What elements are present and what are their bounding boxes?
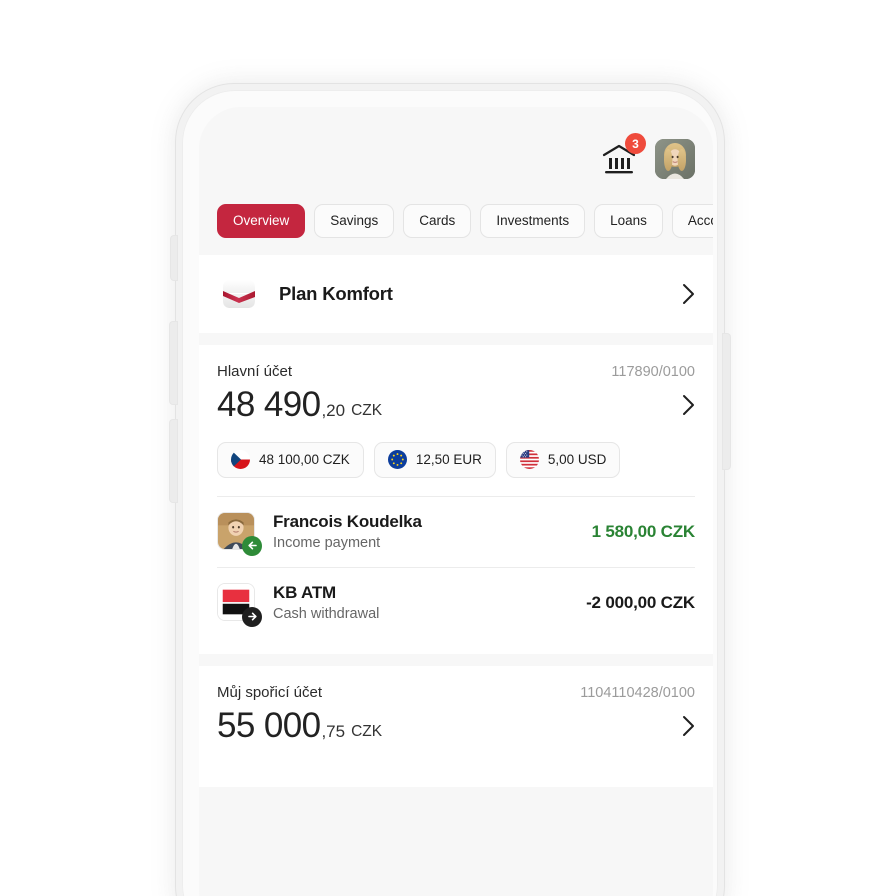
phone-device-frame: 3 Overview Savings Cards Investments Loa… — [170, 84, 730, 896]
tab-label: Loans — [610, 213, 647, 229]
transaction-title: KB ATM — [273, 583, 337, 603]
phone-bezel: 3 Overview Savings Cards Investments Loa… — [182, 90, 718, 896]
transaction-title: Francois Koudelka — [273, 512, 422, 532]
avatar-photo-icon — [655, 139, 695, 179]
transaction-subtitle: Income payment — [273, 535, 381, 552]
main-account-currency: CZK — [351, 401, 383, 419]
section-divider — [199, 786, 713, 827]
plan-chevron-right-icon[interactable] — [682, 283, 695, 305]
tab-loans[interactable]: Loans — [594, 204, 663, 238]
savings-account-number: 1104110428/0100 — [580, 684, 695, 701]
currency-chip-eur[interactable]: 12,50 EUR — [373, 441, 496, 478]
silent-switch-button[interactable] — [171, 236, 177, 280]
main-account-label: Hlavní účet — [217, 363, 293, 380]
savings-account-chevron-right-icon[interactable] — [682, 715, 695, 737]
transaction-amount: 1 580,00 CZK — [591, 521, 696, 541]
section-divider — [199, 653, 713, 666]
main-account-balance-row[interactable]: 48 490 ,20 CZK — [217, 385, 695, 424]
tab-label: Accounts — [687, 213, 713, 229]
tab-cards[interactable]: Cards — [403, 204, 472, 238]
currency-chip-czk[interactable]: 48 100,00 CZK — [217, 441, 364, 478]
tab-label: Cards — [419, 213, 456, 229]
notification-count-badge: 3 — [625, 133, 646, 154]
tab-bar[interactable]: Overview Savings Cards Investments Loans… — [199, 197, 713, 245]
tab-savings[interactable]: Savings — [314, 204, 395, 238]
flag-cz-icon — [231, 450, 250, 470]
transaction-icon-wrap — [217, 511, 262, 556]
transaction-icon-wrap — [217, 582, 262, 627]
arrow-left-icon — [242, 535, 262, 556]
phone-screen: 3 Overview Savings Cards Investments Loa… — [199, 107, 713, 896]
user-avatar[interactable] — [655, 139, 695, 179]
volume-down-button[interactable] — [170, 420, 177, 502]
main-account-balance-decimals: ,20 — [321, 400, 346, 420]
header-icon-group: 3 — [601, 133, 695, 179]
tab-overview[interactable]: Overview — [217, 204, 306, 238]
section-divider — [199, 333, 713, 345]
app-header: 3 — [199, 107, 713, 197]
savings-account-balance-row[interactable]: 55 000 ,75 CZK — [217, 705, 695, 745]
main-account-chevron-right-icon[interactable] — [682, 394, 695, 416]
transaction-text: Francois Koudelka Income payment — [273, 512, 422, 551]
main-account-balance-integer: 48 490 — [217, 385, 321, 424]
main-account-header-row: Hlavní účet 117890/0100 — [217, 363, 695, 380]
main-account-summary[interactable]: Hlavní účet 117890/0100 48 490 ,20 CZK 4… — [199, 345, 713, 496]
power-button[interactable] — [723, 334, 730, 469]
transaction-amount: -2 000,00 CZK — [586, 592, 695, 612]
plan-cube-icon — [223, 280, 255, 308]
tab-label: Investments — [496, 213, 570, 229]
tab-label: Savings — [330, 213, 379, 229]
plan-name-label: Plan Komfort — [279, 283, 393, 304]
main-account-number: 117890/0100 — [611, 364, 695, 380]
bank-notifications-button[interactable]: 3 — [601, 133, 646, 176]
savings-card-spacer — [199, 745, 713, 787]
currency-chip-usd[interactable]: 5,00 USD — [505, 441, 621, 478]
main-account-card: Hlavní účet 117890/0100 48 490 ,20 CZK 4… — [199, 345, 713, 654]
flag-eu-icon — [387, 450, 407, 470]
currency-chip-amount: 5,00 USD — [547, 452, 607, 468]
savings-account-balance-decimals: ,75 — [321, 721, 346, 741]
arrow-right-icon — [242, 606, 262, 627]
table-row[interactable]: Francois Koudelka Income payment 1 580,0… — [217, 495, 696, 567]
tab-accounts[interactable]: Accounts — [671, 204, 713, 238]
currency-chip-list: 48 100,00 CZK 12,50 EUR 5,00 USD — [217, 441, 695, 496]
savings-account-summary[interactable]: Můj spořicí účet 1104110428/0100 55 000 … — [199, 666, 713, 745]
plan-card[interactable]: Plan Komfort — [199, 255, 713, 333]
transaction-list: Francois Koudelka Income payment 1 580,0… — [199, 495, 713, 638]
savings-account-label: Můj spořicí účet — [217, 683, 323, 701]
table-row[interactable]: KB ATM Cash withdrawal -2 000,00 CZK — [217, 566, 695, 638]
currency-chip-amount: 48 100,00 CZK — [259, 452, 350, 468]
transaction-subtitle: Cash withdrawal — [273, 606, 380, 623]
savings-account-card[interactable]: Můj spořicí účet 1104110428/0100 55 000 … — [199, 665, 713, 787]
tab-investments[interactable]: Investments — [480, 204, 586, 238]
currency-chip-amount: 12,50 EUR — [415, 452, 482, 468]
flag-us-icon — [519, 450, 539, 470]
card-bottom-spacer — [199, 638, 713, 654]
savings-account-balance-integer: 55 000 — [217, 705, 321, 745]
transaction-text: KB ATM Cash withdrawal — [273, 583, 379, 622]
tab-label: Overview — [233, 213, 290, 229]
savings-account-header-row: Můj spořicí účet 1104110428/0100 — [217, 684, 695, 701]
savings-account-currency: CZK — [351, 722, 383, 740]
screenshot-root: 3 Overview Savings Cards Investments Loa… — [0, 0, 896, 896]
volume-up-button[interactable] — [170, 322, 177, 404]
